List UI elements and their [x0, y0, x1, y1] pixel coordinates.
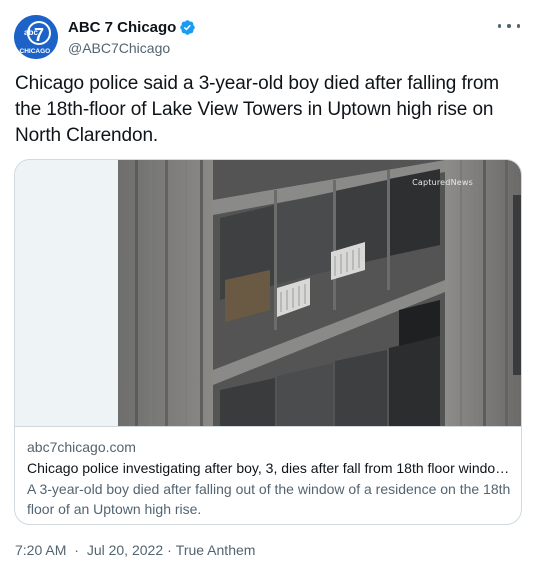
- card-domain: abc7chicago.com: [27, 439, 136, 455]
- card-image: CapturedNews: [15, 160, 521, 427]
- author-name-row: ABC 7 Chicago: [68, 17, 196, 37]
- author-handle[interactable]: @ABC7Chicago: [68, 40, 196, 56]
- meta-separator: ·: [74, 542, 79, 558]
- tweet-date: Jul 20, 2022: [86, 542, 164, 558]
- abc7-logo-icon: abc 7 CHICAGO: [14, 15, 58, 59]
- avatar-number: 7: [34, 25, 44, 45]
- author-name[interactable]: ABC 7 Chicago: [68, 19, 176, 36]
- tweet-meta: 7:20 AM · Jul 20, 2022 · True Anthem: [15, 542, 255, 558]
- meta-separator: ·: [167, 542, 172, 558]
- link-card[interactable]: CapturedNews abc7chicago.com Chicago pol…: [14, 159, 522, 525]
- tweet-timestamp[interactable]: 7:20 AM · Jul 20, 2022: [15, 542, 163, 558]
- avatar-bottom-text: CHICAGO: [20, 48, 51, 55]
- more-dot: [498, 24, 502, 28]
- more-dot: [516, 24, 520, 28]
- tweet-text: Chicago police said a 3-year-old boy die…: [15, 73, 500, 146]
- building-photo: [15, 160, 521, 426]
- verified-badge-icon: [180, 19, 196, 35]
- card-body: abc7chicago.com Chicago police investiga…: [27, 438, 511, 519]
- tweet-time: 7:20 AM: [15, 542, 67, 558]
- card-title: Chicago police investigating after boy, …: [27, 460, 511, 476]
- more-dot: [507, 24, 511, 28]
- author-block: ABC 7 Chicago @ABC7Chicago: [68, 17, 196, 56]
- more-options-button[interactable]: [498, 17, 520, 35]
- avatar[interactable]: abc 7 CHICAGO: [14, 15, 58, 59]
- image-watermark: CapturedNews: [412, 178, 473, 187]
- tweet-source[interactable]: True Anthem: [176, 542, 256, 558]
- card-description: A 3-year-old boy died after falling out …: [27, 481, 511, 517]
- tweet: abc 7 CHICAGO ABC 7 Chicago @ABC7Chicago…: [0, 0, 536, 573]
